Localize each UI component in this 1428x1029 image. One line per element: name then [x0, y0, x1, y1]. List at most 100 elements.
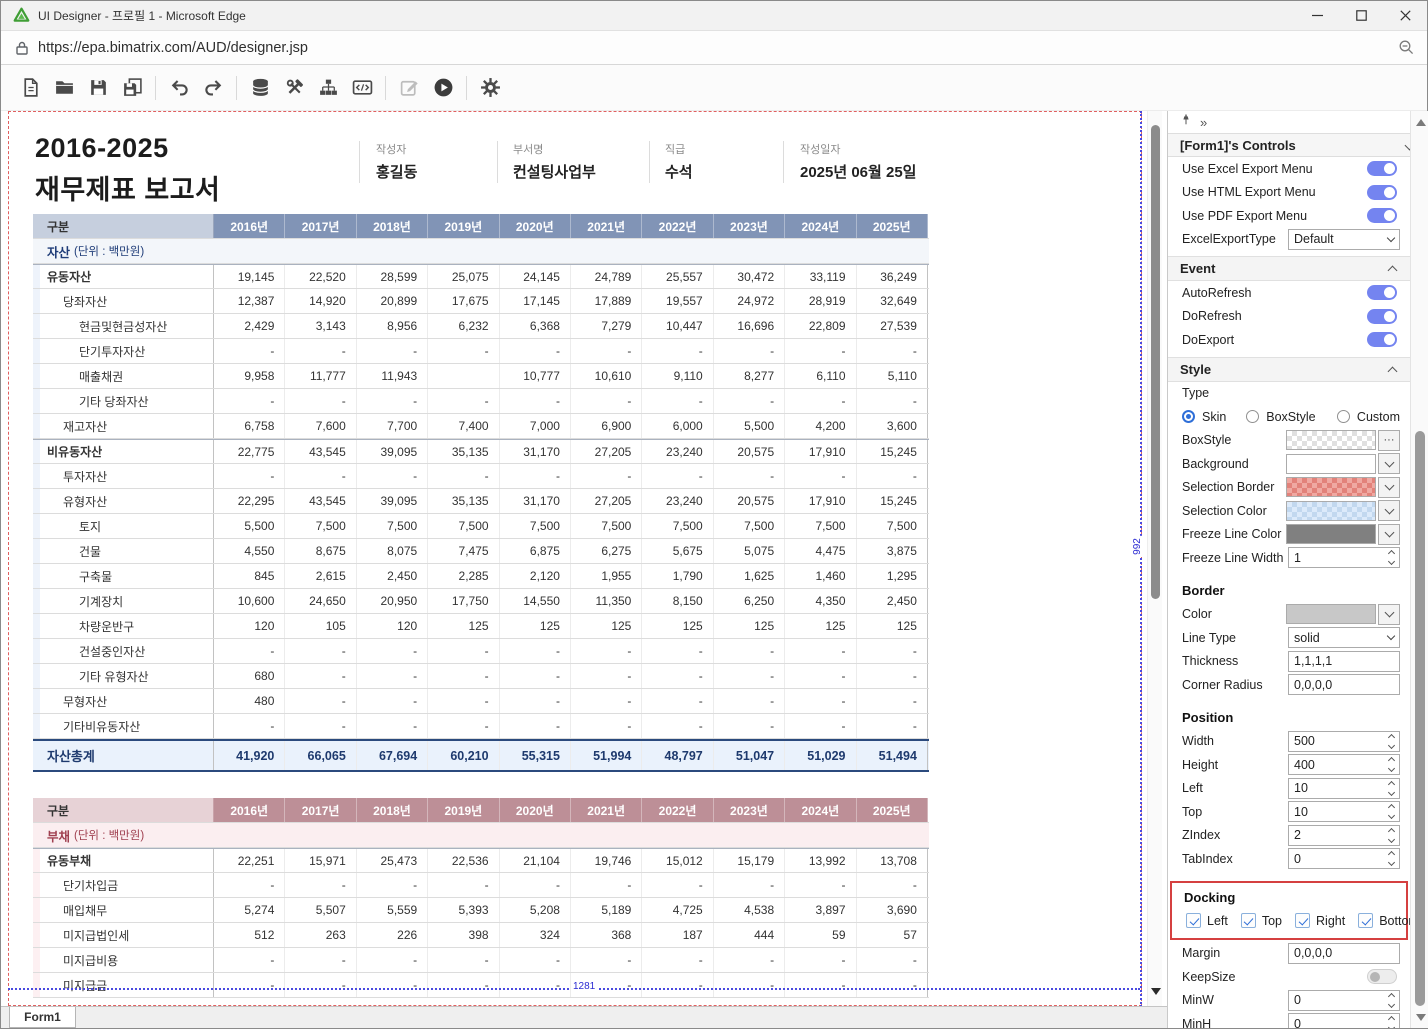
input-corner-radius[interactable]: 0,0,0,0: [1288, 674, 1400, 695]
table-row[interactable]: 유동부채22,25115,97125,47322,53621,10419,746…: [33, 848, 929, 873]
table-row[interactable]: 유동자산19,14522,52028,59925,07524,14524,789…: [33, 264, 929, 289]
table-row[interactable]: 유형자산22,29543,54539,09535,13531,17027,205…: [33, 489, 929, 514]
section-header-event[interactable]: Event: [1168, 256, 1410, 281]
spinner-arrows[interactable]: [1389, 992, 1394, 1009]
spinner-zindex[interactable]: 2: [1288, 825, 1400, 846]
site-lock-icon[interactable]: [14, 40, 30, 56]
table-row[interactable]: 투자자산----------: [33, 464, 929, 489]
swatch-boxstyle[interactable]: [1286, 430, 1376, 450]
spinner-arrows[interactable]: [1389, 803, 1394, 820]
panel-scrollbar[interactable]: [1410, 111, 1428, 1028]
spinner-arrows[interactable]: [1389, 549, 1394, 566]
spinner-left[interactable]: 10: [1288, 778, 1400, 799]
edit-icon[interactable]: [392, 71, 426, 105]
swatch-color[interactable]: [1286, 604, 1376, 624]
table-row[interactable]: 기타 유형자산680---------: [33, 664, 929, 689]
spinner-arrows[interactable]: [1389, 780, 1394, 797]
liability-table[interactable]: 구분2016년2017년2018년2019년2020년2021년2022년202…: [33, 798, 929, 998]
swatch-freeze-line-color[interactable]: [1286, 524, 1376, 544]
table-row[interactable]: 기타비유동자산----------: [33, 714, 929, 739]
save-as-icon[interactable]: [115, 71, 149, 105]
table-header-row[interactable]: 구분2016년2017년2018년2019년2020년2021년2022년202…: [33, 798, 929, 823]
minimize-button[interactable]: [1295, 1, 1339, 30]
select-excelexporttype[interactable]: Default: [1288, 229, 1400, 250]
save-icon[interactable]: [81, 71, 115, 105]
swatch-dropdown-button[interactable]: [1378, 524, 1400, 545]
spinner-height[interactable]: 400: [1288, 754, 1400, 775]
radio-custom[interactable]: Custom: [1337, 410, 1400, 424]
checkbox-top[interactable]: Top: [1241, 913, 1282, 928]
spinner-arrows[interactable]: [1389, 1015, 1394, 1028]
tab-form1[interactable]: Form1: [9, 1007, 76, 1028]
settings-icon[interactable]: [473, 71, 507, 105]
asset-table[interactable]: 구분2016년2017년2018년2019년2020년2021년2022년202…: [33, 214, 929, 772]
toggle-doexport[interactable]: [1367, 332, 1397, 347]
toggle-autorefresh[interactable]: [1367, 285, 1397, 300]
canvas-scroll-down-icon[interactable]: [1149, 983, 1162, 999]
table-row[interactable]: 기타 당좌자산----------: [33, 389, 929, 414]
redo-icon[interactable]: [196, 71, 230, 105]
spinner-minw[interactable]: 0: [1288, 990, 1400, 1011]
checkbox-icon[interactable]: [1241, 913, 1256, 928]
swatch-dropdown-button[interactable]: [1378, 604, 1400, 625]
table-row[interactable]: 단기투자자산----------: [33, 339, 929, 364]
swatch-more-button[interactable]: ···: [1378, 430, 1400, 451]
checkbox-left[interactable]: Left: [1186, 913, 1228, 928]
table-row[interactable]: 단기차입금----------: [33, 873, 929, 898]
toggle-use-pdf-export-menu[interactable]: [1367, 208, 1397, 223]
spinner-minh[interactable]: 0: [1288, 1013, 1400, 1028]
radio-skin[interactable]: Skin: [1182, 410, 1246, 424]
toggle-use-html-export-menu[interactable]: [1367, 185, 1397, 200]
table-row[interactable]: 재고자산6,7587,6007,7007,4007,0006,9006,0005…: [33, 414, 929, 439]
collapse-panel-icon[interactable]: »: [1200, 115, 1206, 130]
table-row[interactable]: 비유동자산22,77543,54539,09535,13531,17027,20…: [33, 439, 929, 464]
table-row[interactable]: 매입채무5,2745,5075,5595,3935,2085,1894,7254…: [33, 898, 929, 923]
sitemap-icon[interactable]: [311, 71, 345, 105]
table-row[interactable]: 토지5,5007,5007,5007,5007,5007,5007,5007,5…: [33, 514, 929, 539]
pin-icon[interactable]: [1180, 113, 1192, 131]
checkbox-icon[interactable]: [1295, 913, 1310, 928]
panel-scroll-down-icon[interactable]: [1414, 1010, 1427, 1024]
table-row[interactable]: 현금및현금성자산2,4293,1438,9566,2326,3687,27910…: [33, 314, 929, 339]
spinner-freeze-line-width[interactable]: 1: [1288, 547, 1400, 568]
table-row[interactable]: 건설중인자산----------: [33, 639, 929, 664]
table-row[interactable]: 건물4,5508,6758,0757,4756,8756,2755,6755,0…: [33, 539, 929, 564]
close-button[interactable]: [1383, 1, 1427, 30]
toggle-use-excel-export-menu[interactable]: [1367, 161, 1397, 176]
zoom-icon[interactable]: [1398, 39, 1415, 56]
toggle-dorefresh[interactable]: [1367, 309, 1397, 324]
table-row[interactable]: 구축물8452,6152,4502,2852,1201,9551,7901,62…: [33, 564, 929, 589]
table-row[interactable]: 매출채권9,95811,77711,94310,77710,6109,1108,…: [33, 364, 929, 389]
table-row[interactable]: 무형자산480---------: [33, 689, 929, 714]
radio-button[interactable]: [1337, 410, 1350, 423]
tools-icon[interactable]: [277, 71, 311, 105]
open-folder-icon[interactable]: [47, 71, 81, 105]
radio-button[interactable]: [1246, 410, 1259, 423]
checkbox-bottom[interactable]: Bottom: [1358, 913, 1410, 928]
panel-header[interactable]: [Form1]'s Controls: [1168, 133, 1427, 157]
checkbox-icon[interactable]: [1358, 913, 1373, 928]
toggle-keepsize[interactable]: [1367, 969, 1397, 984]
canvas-scrollbar-thumb[interactable]: [1151, 125, 1160, 599]
canvas-scrollbar[interactable]: [1147, 111, 1162, 1006]
database-icon[interactable]: [243, 71, 277, 105]
spinner-width[interactable]: 500: [1288, 731, 1400, 752]
swatch-background[interactable]: [1286, 454, 1376, 474]
select-line-type[interactable]: solid: [1288, 627, 1400, 648]
table-row[interactable]: 미지급법인세5122632263983243681874445957: [33, 923, 929, 948]
input-thickness[interactable]: 1,1,1,1: [1288, 651, 1400, 672]
swatch-dropdown-button[interactable]: [1378, 453, 1400, 474]
section-header-style[interactable]: Style: [1168, 357, 1410, 382]
design-canvas[interactable]: 2016-2025 재무제표 보고서 작성자홍길동부서명컨설팅사업부직급수석작성…: [1, 111, 1167, 1006]
checkbox-right[interactable]: Right: [1295, 913, 1345, 928]
radio-button[interactable]: [1182, 410, 1195, 423]
table-row[interactable]: 차량운반구120105120125125125125125125125: [33, 614, 929, 639]
spinner-arrows[interactable]: [1389, 827, 1394, 844]
spinner-arrows[interactable]: [1389, 733, 1394, 750]
table-row[interactable]: 당좌자산12,38714,92020,89917,67517,14517,889…: [33, 289, 929, 314]
undo-icon[interactable]: [162, 71, 196, 105]
table-section-row[interactable]: 부채(단위 : 백만원): [33, 823, 929, 848]
table-header-row[interactable]: 구분2016년2017년2018년2019년2020년2021년2022년202…: [33, 214, 929, 239]
radio-boxstyle[interactable]: BoxStyle: [1246, 410, 1337, 424]
spinner-arrows[interactable]: [1389, 756, 1394, 773]
